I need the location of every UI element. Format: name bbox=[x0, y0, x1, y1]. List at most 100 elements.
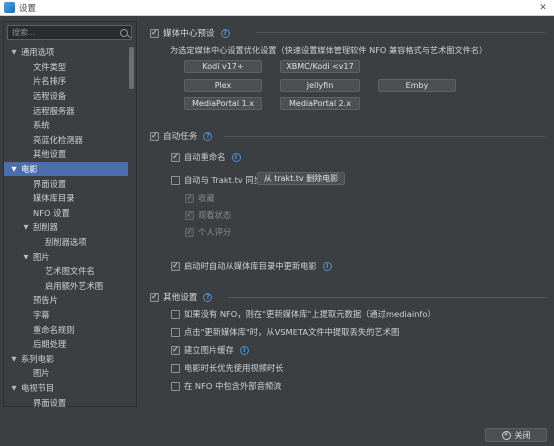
trakt-watched-option[interactable]: 观看状态 bbox=[185, 209, 231, 221]
image-cache-option[interactable]: 建立图片缓存 i bbox=[171, 344, 249, 356]
auto-rename-label: 自动重命名 bbox=[184, 152, 226, 162]
video-runtime-option[interactable]: 电影时长优先使用视频时长 bbox=[171, 362, 284, 374]
sidebar-item[interactable]: ▼ 系列电影 bbox=[4, 351, 130, 366]
sidebar-item[interactable]: 字幕 bbox=[4, 308, 130, 323]
close-button[interactable]: ✕ 关闭 bbox=[485, 428, 547, 442]
expand-arrow-icon[interactable]: ▼ bbox=[10, 48, 18, 56]
info-icon[interactable]: i bbox=[322, 261, 332, 271]
other-settings-collapse-checkbox[interactable] bbox=[150, 292, 159, 302]
sidebar-item[interactable]: 系统 bbox=[4, 118, 130, 133]
sidebar-item[interactable]: NFO 设置 bbox=[4, 206, 130, 221]
window-controls: ✕ bbox=[532, 0, 554, 15]
sidebar-item-label: 系列电影 bbox=[21, 353, 55, 364]
search-box[interactable] bbox=[7, 25, 132, 40]
auto-rename-option[interactable]: 自动重命名 i bbox=[171, 151, 241, 163]
sidebar-item[interactable]: 文件类型 bbox=[4, 60, 130, 75]
expand-arrow-icon[interactable]: ▼ bbox=[22, 223, 30, 231]
help-icon[interactable]: ? bbox=[220, 28, 230, 38]
sidebar-item[interactable]: ▼ 图片 bbox=[4, 249, 130, 264]
sidebar-item[interactable]: ▼ 电视节目 bbox=[4, 381, 130, 396]
info-icon[interactable]: i bbox=[231, 152, 241, 162]
vsmeta-artwork-label: 点击"更新媒体库"时，从VSMETA文件中提取丢失的艺术图 bbox=[184, 327, 400, 337]
sidebar-item[interactable]: ▼ 通用选项 bbox=[4, 45, 130, 60]
sidebar-item[interactable]: 远程服务器 bbox=[4, 103, 130, 118]
settings-tree: ▼ 通用选项 文件类型 片名排序 远程设备 远程服务器 系统 亮蓝化检测器 其他设置 ▼ 电影 界面设… bbox=[4, 45, 130, 407]
sidebar-item[interactable]: 界面设置 bbox=[4, 176, 130, 191]
scrollbar-thumb[interactable] bbox=[129, 47, 134, 89]
expand-arrow-icon[interactable]: ▼ bbox=[10, 165, 18, 173]
sidebar-item[interactable]: 重命名规则 bbox=[4, 322, 130, 337]
sidebar-item-label: 通用选项 bbox=[21, 47, 55, 58]
sidebar-item[interactable]: 亮蓝化检测器 bbox=[4, 133, 130, 148]
video-runtime-label: 电影时长优先使用视频时长 bbox=[184, 363, 284, 373]
sidebar-item-label: 媒体库目录 bbox=[33, 193, 75, 204]
vsmeta-artwork-checkbox[interactable] bbox=[171, 327, 180, 337]
trakt-sync-label: 自动与 Trakt.tv 同步 bbox=[184, 175, 262, 185]
media-center-collapse-checkbox[interactable] bbox=[150, 28, 159, 38]
auto-rename-checkbox[interactable] bbox=[171, 152, 180, 162]
trakt-collection-option[interactable]: 收藏 bbox=[185, 192, 215, 204]
close-icon: ✕ bbox=[501, 430, 511, 440]
auto-update-option[interactable]: 启动时自动从媒体库目录中更新电影 i bbox=[171, 260, 332, 272]
sidebar-item[interactable]: ▼ 电影 bbox=[4, 161, 130, 177]
extract-metadata-checkbox[interactable] bbox=[171, 309, 180, 319]
sidebar-item[interactable]: 预告片 bbox=[4, 293, 130, 308]
trakt-collection-checkbox[interactable] bbox=[185, 193, 194, 203]
search-input[interactable] bbox=[12, 28, 112, 37]
extract-metadata-option[interactable]: 如果没有 NFO，则在"更新媒体库"上提取元数据（通过mediainfo） bbox=[171, 308, 436, 320]
expand-arrow-icon[interactable]: ▼ bbox=[10, 384, 18, 392]
trakt-rating-checkbox[interactable] bbox=[185, 227, 194, 237]
sidebar-item-label: 图片 bbox=[33, 251, 50, 262]
preset-emby-button[interactable]: Emby bbox=[378, 79, 456, 92]
sidebar-item[interactable]: 图片 bbox=[4, 366, 130, 381]
help-icon[interactable]: ? bbox=[203, 292, 213, 302]
sidebar-item[interactable]: 界面设置 bbox=[4, 395, 130, 407]
preset-xbmc-button[interactable]: XBMC/Kodi <v17 bbox=[280, 60, 360, 73]
trakt-sync-option[interactable]: 自动与 Trakt.tv 同步 bbox=[171, 174, 262, 186]
preset-plex-button[interactable]: Plex bbox=[184, 79, 262, 92]
sidebar-item[interactable]: 媒体库目录 bbox=[4, 191, 130, 206]
info-icon[interactable]: i bbox=[239, 345, 249, 355]
sidebar-item[interactable]: 后期处理 bbox=[4, 337, 130, 352]
expand-arrow-icon[interactable]: ▼ bbox=[22, 253, 30, 261]
video-runtime-checkbox[interactable] bbox=[171, 363, 180, 373]
search-icon[interactable] bbox=[120, 28, 128, 37]
external-audio-option[interactable]: 在 NFO 中包含外部音频流 bbox=[171, 380, 281, 392]
trakt-watched-checkbox[interactable] bbox=[185, 210, 194, 220]
trakt-delete-button[interactable]: 从 trakt.tv 删除电影 bbox=[257, 172, 345, 185]
preset-mediaportal2-button[interactable]: MediaPortal 2.x bbox=[280, 97, 360, 110]
expand-arrow-icon[interactable]: ▼ bbox=[10, 355, 18, 363]
sidebar-item-label: 字幕 bbox=[33, 309, 50, 320]
image-cache-checkbox[interactable] bbox=[171, 345, 180, 355]
trakt-collection-label: 收藏 bbox=[198, 193, 215, 203]
trakt-sync-checkbox[interactable] bbox=[171, 175, 180, 185]
sidebar-item[interactable]: ▼ 刮削器 bbox=[4, 220, 130, 235]
settings-sidebar: ▼通用选项文件类型片名排序远程设备远程服务器系统亮蓝化检测器其他设置▼电影界面设… bbox=[3, 21, 137, 407]
preset-kodi-button[interactable]: Kodi v17+ bbox=[184, 60, 262, 73]
sidebar-item[interactable]: 远程设备 bbox=[4, 89, 130, 104]
sidebar-item-label: 文件类型 bbox=[33, 61, 67, 72]
sidebar-item[interactable]: 艺术图文件名 bbox=[4, 264, 130, 279]
auto-tasks-collapse-checkbox[interactable] bbox=[150, 131, 159, 141]
sidebar-item-label: 后期处理 bbox=[33, 339, 67, 350]
sidebar-item[interactable]: 启用额外艺术图 bbox=[4, 279, 130, 294]
sidebar-item[interactable]: 片名排序 bbox=[4, 74, 130, 89]
trakt-rating-option[interactable]: 个人评分 bbox=[185, 226, 231, 238]
sidebar-item[interactable]: 其他设置 bbox=[4, 147, 130, 162]
help-icon[interactable]: ? bbox=[203, 131, 213, 141]
external-audio-label: 在 NFO 中包含外部音频流 bbox=[184, 381, 282, 391]
sidebar-item-label: 亮蓝化检测器 bbox=[33, 134, 83, 145]
app-icon bbox=[4, 2, 15, 13]
sidebar-item-label: 远程服务器 bbox=[33, 105, 75, 116]
preset-mediaportal1-button[interactable]: MediaPortal 1.x bbox=[184, 97, 262, 110]
sidebar-scrollbar[interactable] bbox=[128, 45, 135, 405]
vsmeta-artwork-option[interactable]: 点击"更新媒体库"时，从VSMETA文件中提取丢失的艺术图 bbox=[171, 326, 399, 338]
auto-tasks-header: 自动任务 ? bbox=[150, 130, 213, 142]
preset-jellyfin-button[interactable]: Jellyfin bbox=[280, 79, 360, 92]
close-window-icon[interactable]: ✕ bbox=[532, 0, 554, 15]
auto-update-checkbox[interactable] bbox=[171, 261, 180, 271]
external-audio-checkbox[interactable] bbox=[171, 381, 180, 391]
sidebar-item[interactable]: 刮削器选项 bbox=[4, 235, 130, 250]
sidebar-item-label: 启用额外艺术图 bbox=[45, 280, 104, 291]
media-center-description: 为选定媒体中心设置优化设置（快速设置媒体管理软件 NFO 兼容格式与艺术图文件名… bbox=[170, 45, 488, 55]
